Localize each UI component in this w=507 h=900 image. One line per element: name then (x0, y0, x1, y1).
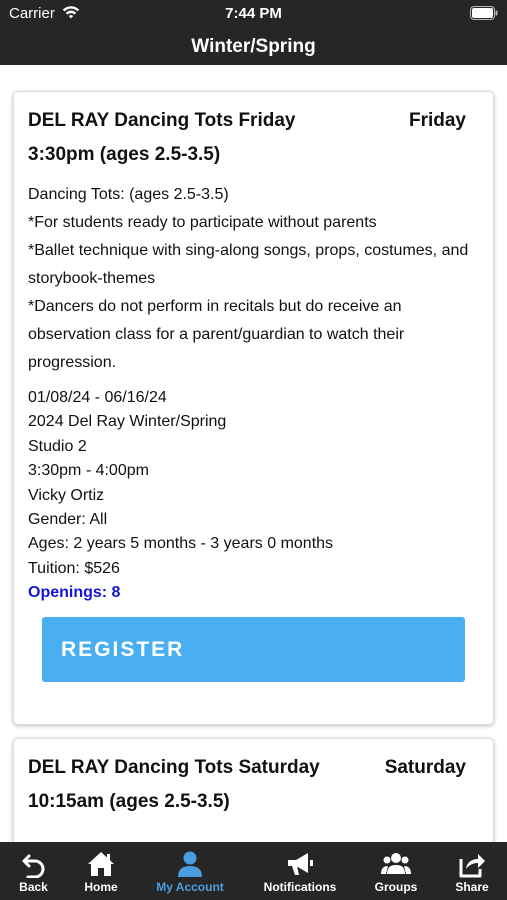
class-instructor: Vicky Ortiz (28, 486, 105, 504)
class-tuition: Tuition: $526 (28, 559, 120, 577)
megaphone-icon (288, 853, 313, 875)
class-details: 01/08/24 - 06/16/24 2024 Del Ray Winter/… (28, 386, 479, 606)
class-card: DEL RAY Dancing Tots Friday 3:30pm (ages… (13, 91, 494, 725)
tab-groups[interactable]: Groups (366, 842, 426, 900)
battery-icon (470, 6, 498, 20)
tab-label: My Account (156, 880, 224, 894)
tab-label: Back (19, 880, 48, 894)
tab-label: Share (455, 880, 489, 894)
status-bar: Carrier 7:44 PM (0, 0, 507, 27)
tab-home[interactable]: Home (70, 842, 132, 900)
class-list[interactable]: DEL RAY Dancing Tots Friday 3:30pm (ages… (0, 65, 507, 842)
class-day: Saturday (384, 757, 466, 778)
class-location: Studio 2 (28, 437, 87, 455)
class-time: 3:30pm - 4:00pm (28, 462, 149, 480)
tab-share[interactable]: Share (446, 842, 498, 900)
description-line: *For students ready to participate witho… (28, 214, 377, 231)
description-line: *Dancers do not perform in recitals but … (28, 298, 405, 371)
page-title: Winter/Spring (191, 36, 316, 57)
class-card-header: DEL RAY Dancing Tots Saturday 10:15am (a… (28, 739, 479, 819)
home-icon (88, 852, 114, 876)
class-card-header: DEL RAY Dancing Tots Friday 3:30pm (ages… (28, 92, 479, 172)
register-button[interactable]: REGISTER (42, 616, 465, 682)
tab-label: Home (84, 880, 118, 894)
back-arrow-icon (22, 854, 44, 878)
class-gender: Gender: All (28, 511, 108, 529)
class-description: Dancing Tots: (ages 2.5-3.5) *For studen… (28, 181, 479, 377)
tab-back[interactable]: Back (0, 842, 67, 900)
tab-label: Groups (374, 880, 418, 894)
class-ages: Ages: 2 years 5 months - 3 years 0 month… (28, 535, 334, 553)
groups-icon (381, 853, 411, 874)
tab-my-account[interactable]: My Account (148, 842, 232, 900)
tab-label: Notifications (263, 880, 337, 894)
class-card: DEL RAY Dancing Tots Saturday 10:15am (a… (13, 738, 494, 842)
tab-bar: Back Home My Account Notifications Group… (0, 842, 507, 900)
class-title: DEL RAY Dancing Tots Friday 3:30pm (ages… (28, 110, 296, 165)
navigation-bar: Winter/Spring (0, 27, 507, 65)
class-openings: Openings: 8 (28, 584, 121, 602)
description-line: Dancing Tots: (ages 2.5-3.5) (28, 186, 229, 203)
user-icon (178, 851, 202, 877)
class-dates: 01/08/24 - 06/16/24 (28, 389, 167, 406)
class-day: Friday (408, 110, 466, 131)
share-icon (459, 854, 485, 878)
description-line: *Ballet technique with sing-along songs,… (28, 242, 469, 287)
class-title: DEL RAY Dancing Tots Saturday 10:15am (a… (28, 757, 320, 812)
class-session: 2024 Del Ray Winter/Spring (28, 413, 227, 431)
status-time: 7:44 PM (225, 5, 282, 22)
tab-notifications[interactable]: Notifications (258, 842, 342, 900)
